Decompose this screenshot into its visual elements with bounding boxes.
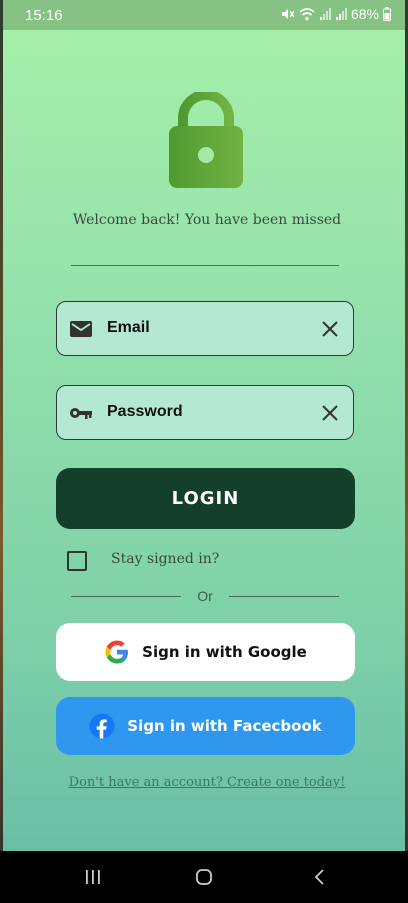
key-icon bbox=[70, 408, 92, 419]
login-button[interactable]: LOGIN bbox=[56, 468, 355, 529]
facebook-signin-label: Sign in with Facecbook bbox=[127, 717, 322, 735]
email-field[interactable]: Email bbox=[56, 301, 354, 356]
home-icon[interactable] bbox=[195, 868, 213, 886]
google-icon bbox=[105, 640, 129, 664]
login-screen: 15:16 68% Welcome back! You have been mi… bbox=[3, 0, 405, 903]
back-icon[interactable] bbox=[311, 868, 329, 886]
google-signin-button[interactable]: Sign in with Google bbox=[56, 623, 355, 681]
welcome-text: Welcome back! You have been missed bbox=[72, 212, 342, 228]
or-line-right bbox=[229, 596, 339, 597]
mail-icon bbox=[70, 321, 92, 337]
password-field[interactable]: Password bbox=[56, 385, 354, 440]
status-icons: 68% bbox=[281, 6, 391, 22]
battery-icon bbox=[383, 7, 391, 21]
signal-icon bbox=[319, 8, 331, 20]
email-placeholder: Email bbox=[107, 319, 150, 336]
mute-icon bbox=[281, 9, 295, 19]
status-time: 15:16 bbox=[25, 7, 63, 24]
close-icon[interactable] bbox=[321, 320, 339, 338]
google-signin-label: Sign in with Google bbox=[142, 643, 307, 661]
recent-apps-icon[interactable] bbox=[84, 868, 102, 886]
stay-signed-in-label: Stay signed in? bbox=[111, 551, 220, 567]
signal-icon bbox=[335, 8, 347, 20]
stay-signed-in-checkbox[interactable] bbox=[67, 551, 87, 571]
divider bbox=[71, 265, 339, 266]
battery-percent: 68% bbox=[350, 6, 379, 22]
status-bar: 15:16 68% bbox=[3, 0, 405, 30]
close-icon[interactable] bbox=[321, 404, 339, 422]
wifi-icon bbox=[299, 8, 315, 21]
navigation-bar bbox=[0, 851, 408, 903]
password-placeholder: Password bbox=[107, 403, 183, 420]
facebook-signin-button[interactable]: Sign in with Facecbook bbox=[56, 697, 355, 755]
or-separator: Or bbox=[71, 588, 339, 606]
facebook-icon bbox=[89, 713, 115, 739]
create-account-link[interactable]: Don't have an account? Create one today! bbox=[3, 775, 405, 790]
lock-icon bbox=[169, 92, 243, 188]
